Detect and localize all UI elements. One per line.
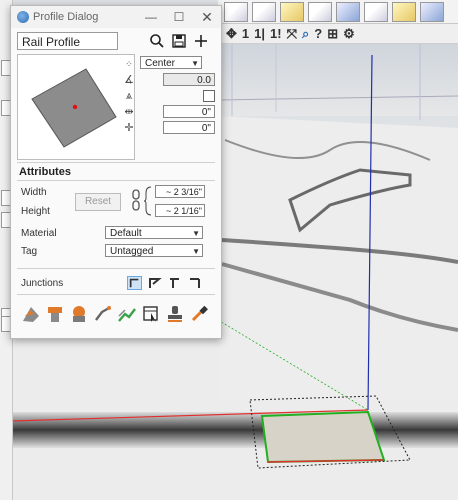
maximize-icon[interactable]: ☐ xyxy=(171,9,187,25)
component-thumbnail[interactable] xyxy=(336,1,360,22)
offset-y-field[interactable]: 0" xyxy=(163,121,215,134)
number-one-exclaim-icon[interactable]: 1! xyxy=(270,26,282,41)
dimension-icon[interactable]: ⊞ xyxy=(327,26,338,42)
junction-butt-icon[interactable] xyxy=(167,276,182,290)
mirror-checkbox[interactable] xyxy=(203,90,215,102)
component-thumbnail[interactable] xyxy=(392,1,416,22)
junctions-label: Junctions xyxy=(21,278,64,289)
anchor-select[interactable]: Center ▼ xyxy=(140,56,202,69)
number-one-icon[interactable]: 1 xyxy=(242,26,249,41)
app-logo-icon xyxy=(17,11,29,23)
profile-name-row: Rail Profile xyxy=(17,32,215,54)
vertical-offset-icon: ✛ xyxy=(124,122,134,134)
junction-corner-icon[interactable] xyxy=(127,276,142,290)
profile-properties: ⁘ Center ▼ ∡ 0.0 ⩓ ⇹ 0" ✛ 0" xyxy=(123,56,219,136)
component-thumbnail[interactable] xyxy=(280,1,304,22)
component-thumbnail[interactable] xyxy=(252,1,276,22)
reset-button[interactable]: Reset xyxy=(75,193,121,211)
stamp-icon[interactable] xyxy=(165,304,185,324)
anchor-row: ⁘ Center ▼ xyxy=(123,56,219,72)
search-icon[interactable]: ⌕ xyxy=(302,26,309,42)
divider xyxy=(17,268,215,269)
component-thumbnail[interactable] xyxy=(224,1,248,22)
lock-proportions-icon[interactable] xyxy=(131,188,141,212)
extension-toolbar: ✥ 1 1| 1! ⤧ ⌕ ? ⊞ ⚙ xyxy=(218,24,458,44)
tag-label: Tag xyxy=(21,246,38,257)
horizontal-offset-icon: ⇹ xyxy=(124,106,134,118)
component-thumbnail[interactable] xyxy=(308,1,332,22)
material-label: Material xyxy=(21,228,57,239)
offset-x-field[interactable]: 0" xyxy=(163,105,215,118)
component-thumbnails-bar xyxy=(218,0,458,24)
chevron-down-icon: ▼ xyxy=(191,59,199,68)
anchor-grid-icon: ⁘ xyxy=(125,59,133,69)
search-icon[interactable] xyxy=(149,33,165,49)
move-arrows-icon[interactable]: ✥ xyxy=(226,26,237,42)
help-icon[interactable]: ? xyxy=(314,26,322,41)
offset-y-row: ✛ 0" xyxy=(123,120,219,136)
profile-dialog: Profile Dialog — ☐ ✕ Rail Profile ⁘ Cent… xyxy=(10,5,222,339)
junction-miter-icon[interactable] xyxy=(147,276,162,290)
chevron-down-icon: ▼ xyxy=(192,247,200,256)
profile-preview[interactable] xyxy=(17,54,135,160)
path-edit-icon[interactable] xyxy=(117,304,137,324)
divider xyxy=(17,180,215,181)
rotation-field[interactable]: 0.0 xyxy=(163,73,215,86)
add-icon[interactable] xyxy=(193,33,209,49)
bracket-icon xyxy=(143,186,152,216)
rotation-row: ∡ 0.0 xyxy=(123,72,219,88)
divider xyxy=(17,294,215,295)
profile-name-input[interactable]: Rail Profile xyxy=(17,32,118,50)
close-icon[interactable]: ✕ xyxy=(199,9,215,25)
angle-icon: ∡ xyxy=(124,74,134,86)
height-field[interactable]: ~ 2 1/16" xyxy=(155,204,205,217)
apply-profile-icon[interactable] xyxy=(45,304,65,324)
attributes-heading: Attributes xyxy=(19,166,71,178)
edge-profile-icon[interactable] xyxy=(69,304,89,324)
anchor-select-value: Center xyxy=(145,58,176,69)
material-select-value: Default xyxy=(110,228,142,239)
height-label: Height xyxy=(21,206,50,217)
save-icon[interactable] xyxy=(171,33,187,49)
gear-icon[interactable]: ⚙ xyxy=(343,26,355,42)
number-one-bar-icon[interactable]: 1| xyxy=(254,26,265,41)
width-field[interactable]: ~ 2 3/16" xyxy=(155,185,205,198)
mirror-row: ⩓ xyxy=(123,88,219,104)
eyedropper-icon[interactable] xyxy=(189,304,209,324)
chevron-down-icon: ▼ xyxy=(192,229,200,238)
profile-builder-icon[interactable] xyxy=(21,304,41,324)
mirror-icon: ⩓ xyxy=(125,90,133,102)
width-label: Width xyxy=(21,187,47,198)
tag-select[interactable]: Untagged ▼ xyxy=(105,244,203,257)
path-draw-icon[interactable] xyxy=(93,304,113,324)
component-thumbnail[interactable] xyxy=(420,1,444,22)
junction-overlap-icon[interactable] xyxy=(187,276,202,290)
component-thumbnail[interactable] xyxy=(364,1,388,22)
minimize-icon[interactable]: — xyxy=(143,9,159,25)
dialog-titlebar[interactable]: Profile Dialog — ☐ ✕ xyxy=(11,6,221,28)
select-profile-icon[interactable] xyxy=(141,304,161,324)
transform-icon[interactable]: ⤧ xyxy=(287,26,297,42)
tag-select-value: Untagged xyxy=(110,246,154,257)
divider xyxy=(17,162,215,163)
dialog-title: Profile Dialog xyxy=(33,11,99,23)
offset-x-row: ⇹ 0" xyxy=(123,104,219,120)
material-select[interactable]: Default ▼ xyxy=(105,226,203,239)
profile-tools-bar xyxy=(17,300,215,330)
